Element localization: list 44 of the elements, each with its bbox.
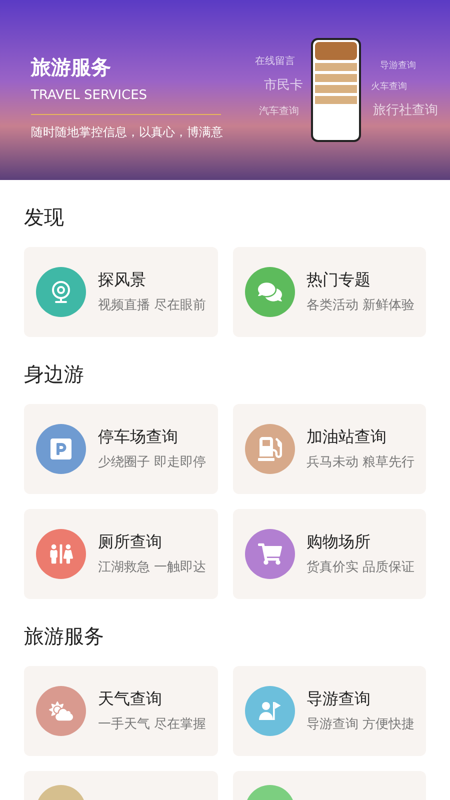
card-title: 天气查询 [98, 688, 163, 710]
parking-icon [49, 437, 73, 461]
card-subtitle: 货真价实 品质保证 [306, 559, 414, 578]
webcam-icon [49, 280, 73, 304]
card-title: 探风景 [98, 269, 147, 292]
banner-slogan: 随时随地掌控信息，以真心，博满意 [31, 124, 223, 140]
card-title: 厕所查询 [98, 531, 163, 554]
card-subtitle: 各类活动 新鲜体验 [306, 297, 414, 316]
banner-title: 旅游服务 [31, 54, 112, 81]
cloud-sun-icon [49, 699, 73, 723]
section-heading: 发现 [24, 204, 65, 231]
service-card[interactable]: 热门专题 各类活动 新鲜体验 [232, 247, 426, 337]
card-subtitle: 兵马未动 粮草先行 [306, 454, 414, 472]
card-subtitle: 少绕圈子 即走即停 [98, 454, 206, 472]
restroom-icon [49, 542, 73, 566]
section-heading: 旅游服务 [24, 623, 105, 650]
person-flag-icon [258, 699, 282, 723]
card-subtitle: 一手天气 尽在掌握 [98, 716, 206, 734]
card-subtitle: 导游查询 方便快捷 [306, 716, 414, 734]
chat-bubbles-icon [258, 280, 282, 304]
section-heading: 身边游 [24, 361, 85, 388]
floating-label: 汽车查询 [259, 104, 299, 119]
service-card[interactable]: 加油站查询 兵马未动 粮草先行 [232, 404, 426, 494]
card-title: 加油站查询 [306, 426, 388, 448]
service-card[interactable]: 停车场查询 少绕圈子 即走即停 [24, 404, 218, 494]
card-title: 导游查询 [306, 688, 372, 710]
card-subtitle: 江湖救急 一触即达 [98, 559, 206, 578]
card-title: 热门专题 [306, 269, 372, 292]
card-title: 购物场所 [306, 531, 372, 554]
floating-label: 导游查询 [380, 60, 416, 73]
floating-label: 旅行社查询 [373, 102, 438, 120]
floating-label: 火车查询 [371, 81, 407, 94]
gas-pump-icon [258, 437, 282, 461]
service-card[interactable]: 天气查询 一手天气 尽在掌握 [24, 666, 218, 756]
floating-label: 在线留言 [255, 54, 295, 69]
shopping-cart-icon [258, 542, 282, 566]
service-card[interactable]: 导游查询 导游查询 方便快捷 [232, 666, 426, 756]
service-card[interactable]: 探风景 视频直播 尽在眼前 [24, 247, 218, 337]
service-card[interactable]: 购物场所 货真价实 品质保证 [232, 509, 426, 599]
card-subtitle: 视频直播 尽在眼前 [98, 297, 206, 316]
service-card[interactable]: 厕所查询 江湖救急 一触即达 [24, 509, 218, 599]
banner-subtitle: TRAVEL SERVICES [31, 87, 148, 105]
card-title: 停车场查询 [98, 426, 179, 448]
floating-label: 市民卡 [264, 77, 303, 95]
